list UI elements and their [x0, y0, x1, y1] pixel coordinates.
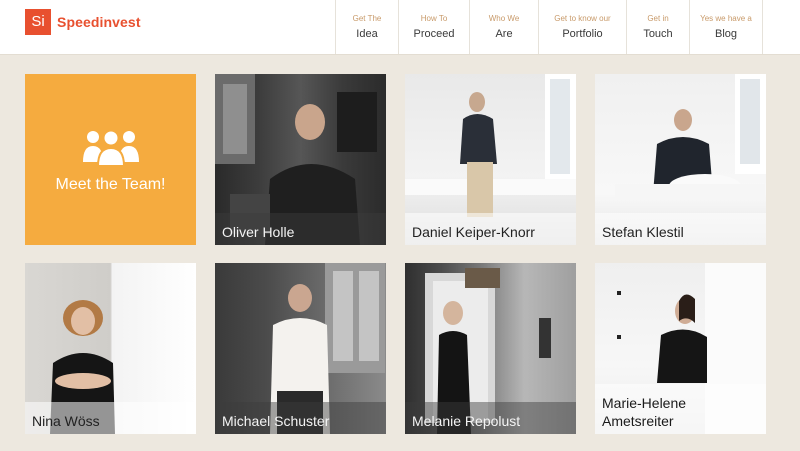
team-member-name: Oliver Holle [215, 213, 386, 245]
team-member-card[interactable]: Michael Schuster [215, 263, 386, 434]
nav-item-blog[interactable]: Yes we have a Blog [690, 0, 763, 54]
team-member-name: Nina Wöss [25, 402, 196, 434]
nav-item-kicker: Who We [488, 13, 520, 23]
nav-item-kicker: Get to know our [554, 13, 611, 23]
site-header: Si Speedinvest Get The Idea How To Proce… [0, 0, 800, 55]
logo-mark: Si [25, 9, 51, 35]
nav-item-label: Idea [356, 27, 378, 40]
meet-the-team-label: Meet the Team! [55, 176, 166, 193]
nav-item-kicker: Get The [352, 13, 382, 23]
team-member-card[interactable]: Marie-Helene Ametsreiter [595, 263, 766, 434]
team-member-name: Daniel Keiper-Knorr [405, 213, 576, 245]
nav-item-kicker: Yes we have a [700, 13, 752, 23]
nav-item-label: Proceed [413, 27, 455, 40]
nav-item-label: Portfolio [562, 27, 603, 40]
nav-item-are[interactable]: Who We Are [470, 0, 539, 54]
team-member-name: Stefan Klestil [595, 213, 766, 245]
team-icon [83, 129, 139, 166]
nav-item-label: Blog [714, 27, 738, 40]
team-member-card[interactable]: Oliver Holle [215, 74, 386, 245]
nav-item-kicker: Get in [647, 13, 669, 23]
brand-name: Speedinvest [57, 14, 141, 30]
nav-item-proceed[interactable]: How To Proceed [399, 0, 470, 54]
nav-item-kicker: How To [420, 13, 448, 23]
nav-item-label: Are [495, 27, 513, 40]
main-nav: Get The Idea How To Proceed Who We Are G… [335, 0, 763, 54]
team-member-card[interactable]: Nina Wöss [25, 263, 196, 434]
nav-item-touch[interactable]: Get in Touch [627, 0, 690, 54]
team-member-card[interactable]: Melanie Repolust [405, 263, 576, 434]
team-member-name: Michael Schuster [215, 402, 386, 434]
logo-link[interactable]: Si Speedinvest [25, 9, 141, 35]
team-member-card[interactable]: Stefan Klestil [595, 74, 766, 245]
nav-item-label: Touch [643, 27, 673, 40]
meet-the-team-tile[interactable]: Meet the Team! [25, 74, 196, 245]
team-member-name: Melanie Repolust [405, 402, 576, 434]
team-member-name: Marie-Helene Ametsreiter [595, 384, 766, 434]
nav-item-portfolio[interactable]: Get to know our Portfolio [539, 0, 627, 54]
nav-item-idea[interactable]: Get The Idea [336, 0, 399, 54]
team-member-card[interactable]: Daniel Keiper-Knorr [405, 74, 576, 245]
